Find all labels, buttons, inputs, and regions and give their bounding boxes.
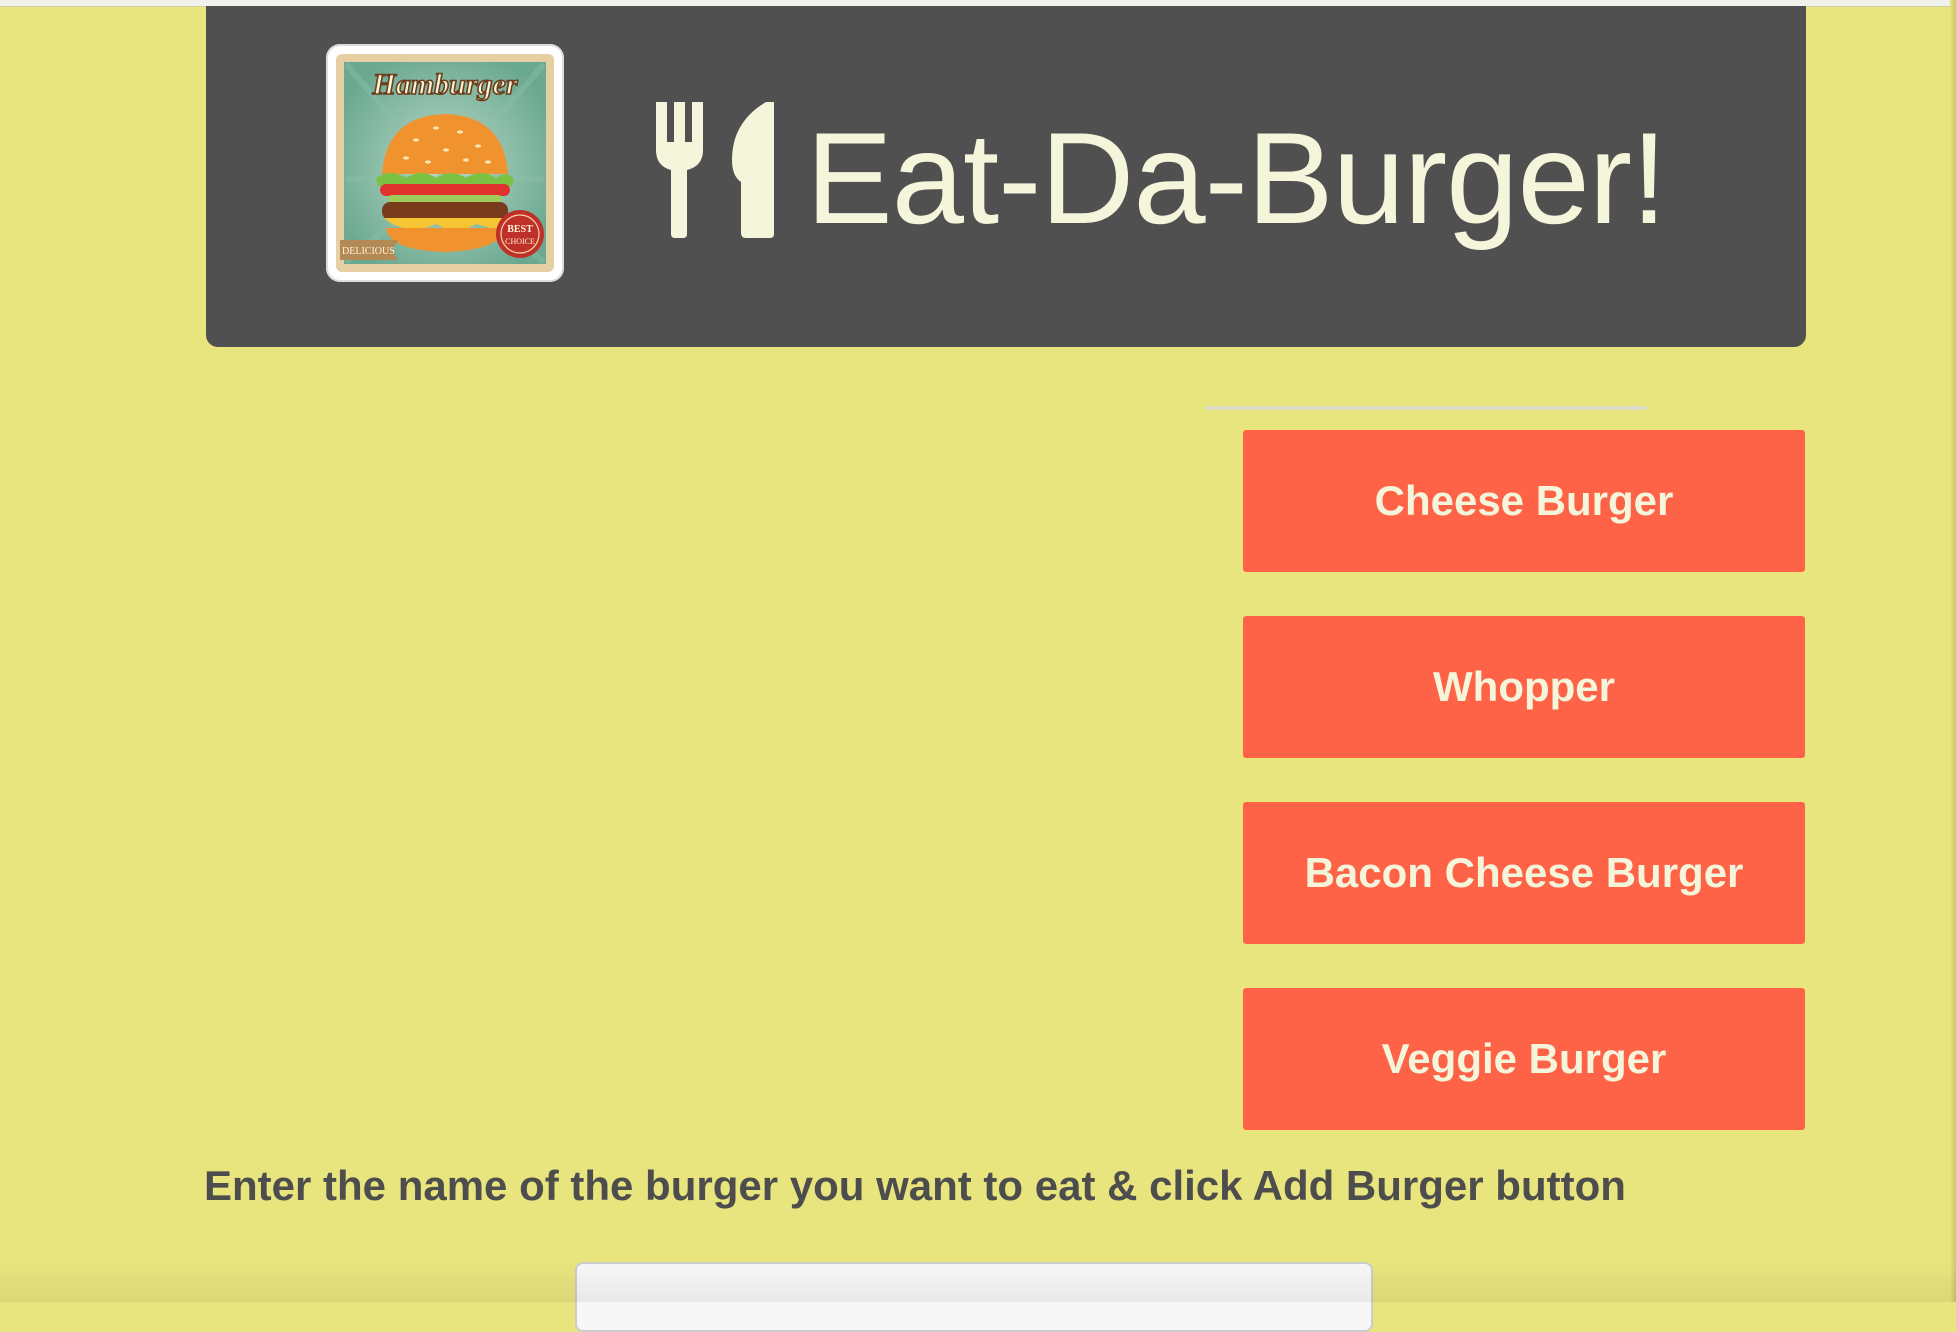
burger-button-veggie-burger[interactable]: Veggie Burger: [1243, 988, 1805, 1130]
logo-seal-line1: BEST: [507, 224, 533, 235]
burger-list: Cheese Burger Whopper Bacon Cheese Burge…: [1243, 430, 1805, 1174]
site-header: Hamburger DELICIOUS BEST CHOICE Eat-Da-B…: [206, 6, 1806, 347]
list-divider: [1205, 406, 1647, 410]
logo-hamburger-text: Hamburger: [371, 68, 517, 101]
logo-seal-line2: CHOICE: [505, 237, 535, 246]
site-title: Eat-Da-Burger!: [806, 105, 1667, 251]
logo-ribbon-text: DELICIOUS: [342, 246, 395, 257]
burger-button-bacon-cheese-burger[interactable]: Bacon Cheese Burger: [1243, 802, 1805, 944]
burger-button-whopper[interactable]: Whopper: [1243, 616, 1805, 758]
page-bottom-shade: [0, 1262, 1956, 1302]
list-item: Cheese Burger: [1243, 430, 1805, 572]
burger-button-cheese-burger[interactable]: Cheese Burger: [1243, 430, 1805, 572]
list-item: Veggie Burger: [1243, 988, 1805, 1130]
add-burger-instructions: Enter the name of the burger you want to…: [204, 1162, 1626, 1209]
page-scroll-edge: [1950, 0, 1956, 1302]
hamburger-logo-image: Hamburger DELICIOUS BEST CHOICE: [336, 54, 554, 272]
fork-and-knife-icon: [654, 102, 776, 238]
hamburger-logo: Hamburger DELICIOUS BEST CHOICE: [326, 44, 564, 282]
list-item: Whopper: [1243, 616, 1805, 758]
list-item: Bacon Cheese Burger: [1243, 802, 1805, 944]
